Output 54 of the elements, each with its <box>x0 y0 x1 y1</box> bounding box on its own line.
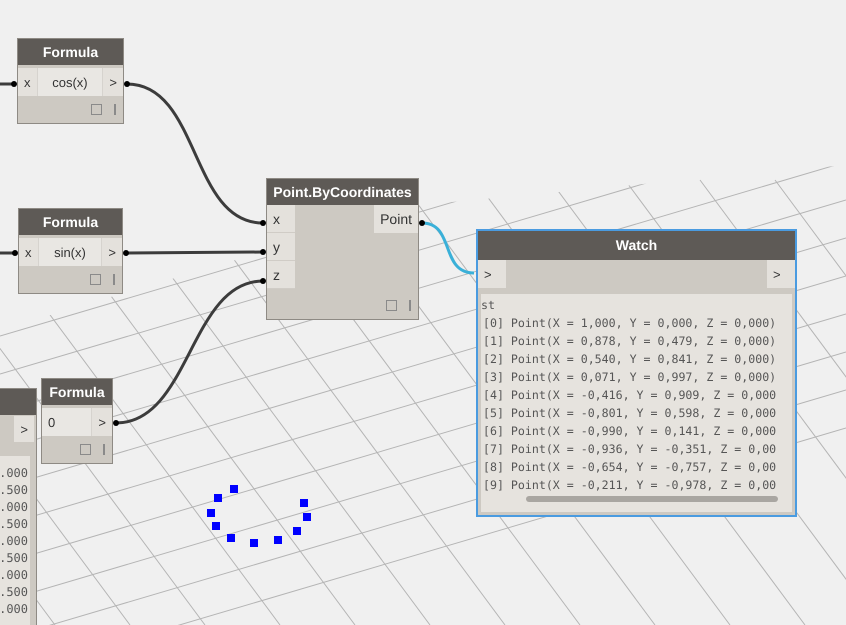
node-panel[interactable]: Formula x sin(x) > <box>18 208 123 294</box>
square-icon[interactable] <box>386 300 397 311</box>
list-item: [1] Point(X = 0,878, Y = 0,479, Z = 0,000) <box>483 333 778 350</box>
output-port[interactable]: > <box>103 68 123 96</box>
square-icon[interactable] <box>90 274 101 285</box>
node-panel[interactable]: Formula x cos(x) > <box>17 38 124 124</box>
input-port[interactable]: z <box>267 261 295 289</box>
output-port[interactable]: Point <box>374 205 418 233</box>
node-title: Formula <box>42 379 112 405</box>
list-value: .000 <box>0 601 29 618</box>
list-value: .500 <box>0 516 29 533</box>
list-value: .000 <box>0 499 29 516</box>
wire <box>0 81 17 87</box>
number-field[interactable]: 0 <box>42 408 92 436</box>
list-item: [0] Point(X = 1,000, Y = 0,000, Z = 0,000) <box>483 315 778 332</box>
list-header: st <box>481 297 496 314</box>
list-item: [5] Point(X = -0,801, Y = 0,598, Z = 0,000 <box>483 405 778 422</box>
input-port[interactable]: y <box>267 233 295 261</box>
formula-field[interactable]: cos(x) <box>36 68 104 96</box>
list-value: .500 <box>0 550 29 567</box>
node-panel[interactable]: > .000 .500 .000 .500 .000 .500 .000 .500 .000 <box>0 388 37 625</box>
input-port[interactable]: x <box>267 205 295 233</box>
output-port[interactable]: > <box>92 408 112 436</box>
square-icon[interactable] <box>91 104 102 115</box>
watch-node-panel[interactable] <box>476 229 797 517</box>
output-port[interactable]: > <box>14 416 34 442</box>
list-item: [4] Point(X = -0,416, Y = 0,909, Z = 0,000 <box>483 387 778 404</box>
list-item: [3] Point(X = 0,071, Y = 0,997, Z = 0,000) <box>483 369 778 386</box>
list-item: [6] Point(X = -0,990, Y = 0,141, Z = 0,000 <box>483 423 778 440</box>
list-value: .000 <box>0 533 29 550</box>
node-panel[interactable]: Point.ByCoordinates x y z Point <box>266 178 419 320</box>
output-port[interactable]: > <box>102 238 122 266</box>
list-value: .500 <box>0 584 29 601</box>
node-panel[interactable]: Formula 0 > <box>41 378 113 464</box>
list-value: .000 <box>0 465 29 482</box>
horizontal-scrollbar[interactable] <box>526 496 778 502</box>
input-port[interactable]: > <box>478 260 506 288</box>
node-title: Point.ByCoordinates <box>267 179 418 205</box>
wire <box>419 220 474 274</box>
node-title: Watch <box>478 231 795 260</box>
list-value: .500 <box>0 482 29 499</box>
list-item: [8] Point(X = -0,654, Y = -0,757, Z = 0,00 <box>483 459 778 476</box>
list-item: [2] Point(X = 0,540, Y = 0,841, Z = 0,000) <box>483 351 778 368</box>
list-item: [9] Point(X = -0,211, Y = -0,978, Z = 0,00 <box>483 477 778 494</box>
input-port[interactable]: x <box>18 68 36 96</box>
input-port[interactable]: x <box>19 238 38 266</box>
node-title: Formula <box>19 209 122 235</box>
list-value: .000 <box>0 567 29 584</box>
node-title: Formula <box>18 39 123 65</box>
formula-field[interactable]: sin(x) <box>38 238 102 266</box>
list-item: [7] Point(X = -0,936, Y = -0,351, Z = 0,00 <box>483 441 778 458</box>
output-port[interactable]: > <box>767 260 795 288</box>
wire <box>0 250 18 256</box>
square-icon[interactable] <box>80 444 91 455</box>
